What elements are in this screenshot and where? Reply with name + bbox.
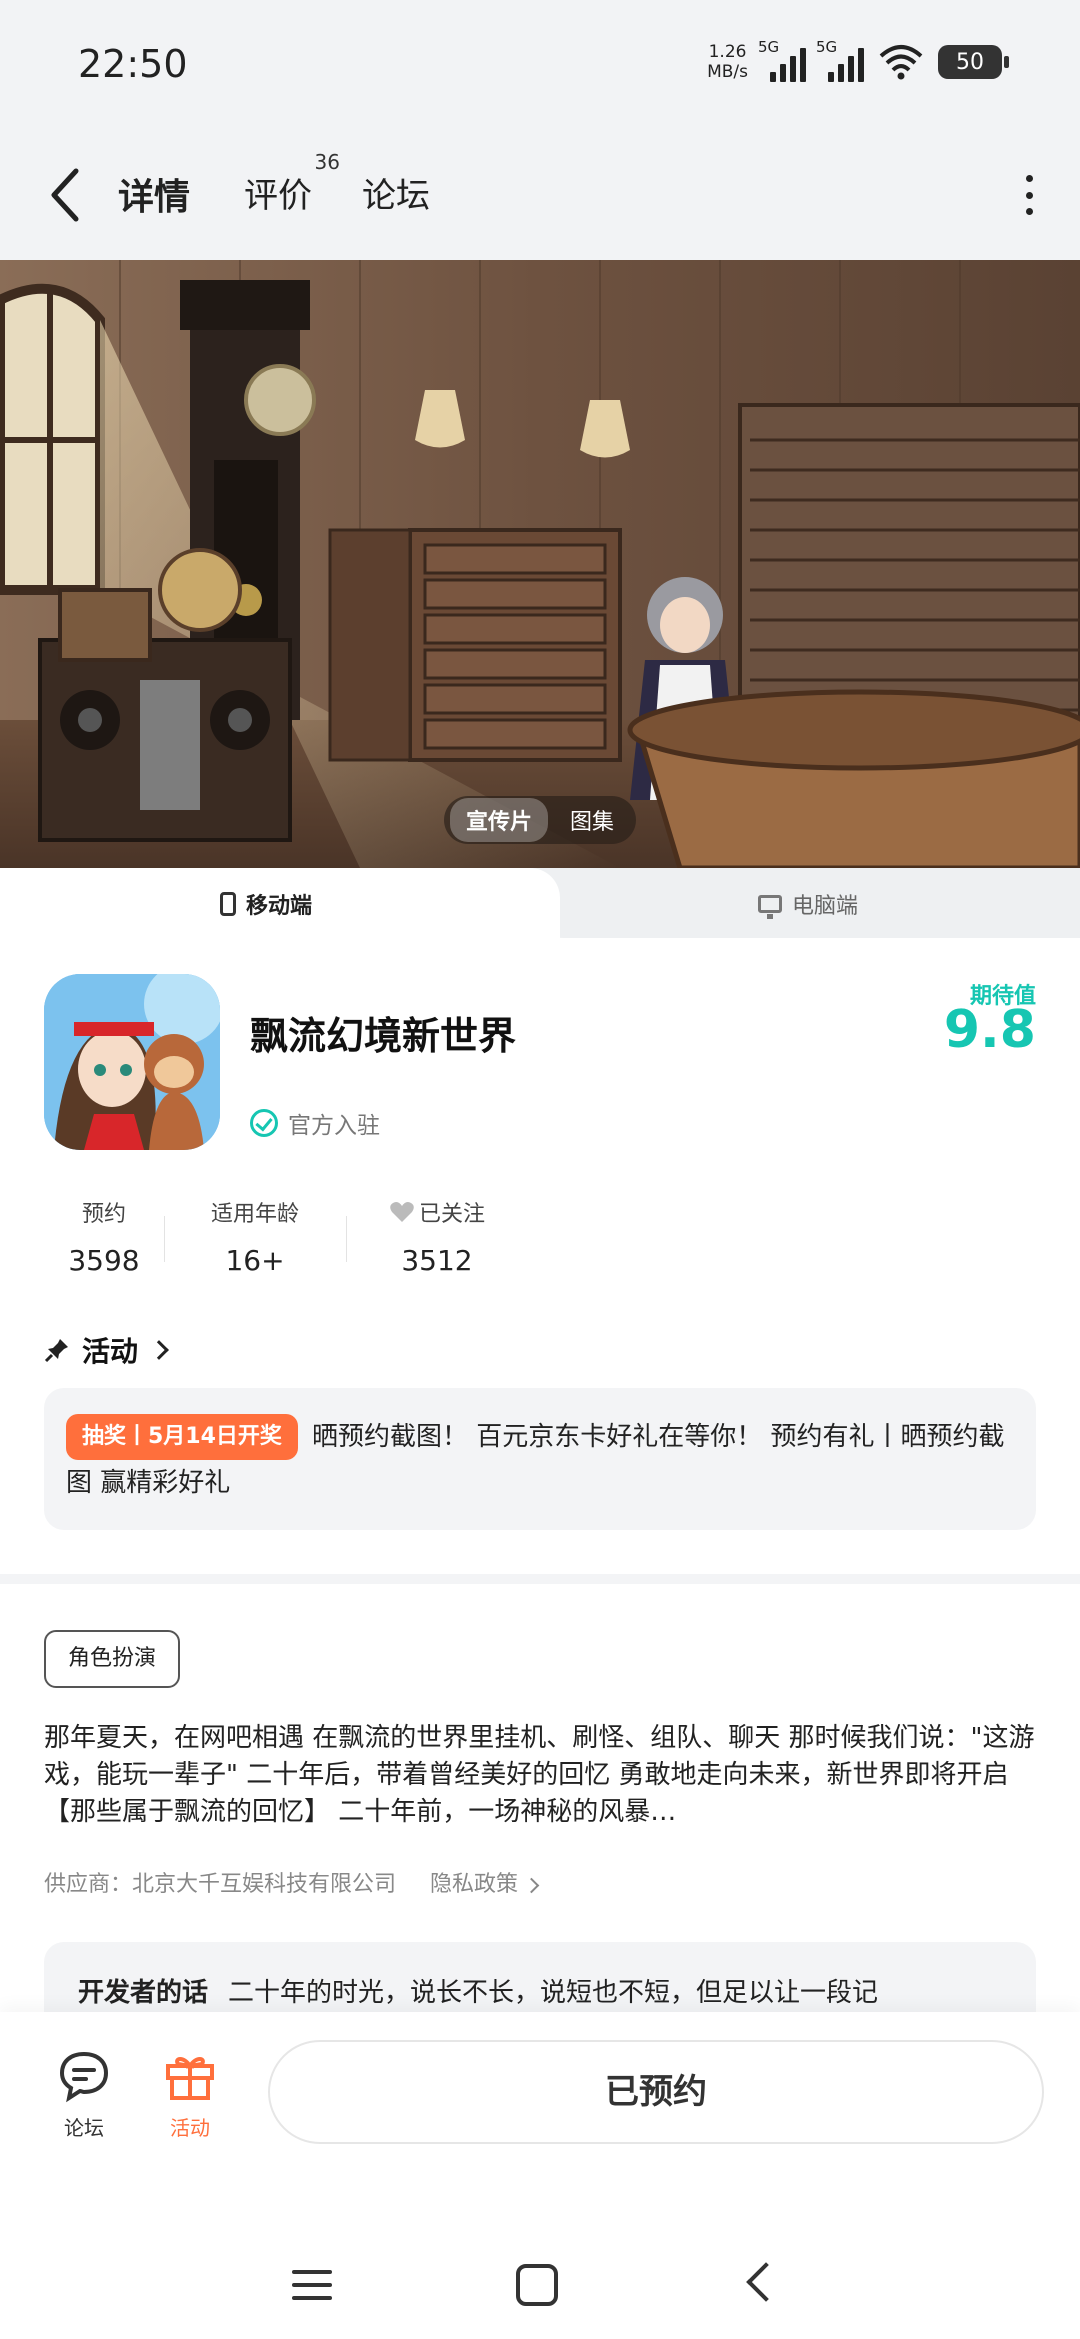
heart-icon [389,1200,415,1224]
recent-apps-icon[interactable] [292,2270,332,2300]
stat-age-rating[interactable]: 适用年龄 16+ [164,1196,346,1277]
system-nav-bar [0,2182,1080,2339]
tab-pc[interactable]: 电脑端 [758,888,858,920]
developer-note-label: 开发者的话 [78,1978,209,2008]
reviews-count-badge: 36 [314,150,340,174]
home-icon[interactable] [516,2264,558,2306]
signal-icon: 5G [758,38,806,82]
tab-details[interactable]: 详情 [112,168,197,220]
official-badge: 官方入驻 [250,1106,380,1140]
stat-reservations: 预约 3598 [68,1202,140,1277]
tab-forum[interactable]: 论坛 [362,168,430,217]
status-icons: 1.26 MB/s 5G 5G 50 [707,38,1009,82]
forum-chat-icon [56,2048,112,2104]
supplier-text: 供应商：北京大千互娱科技有限公司 [44,1872,397,1897]
promo-media[interactable]: 宣传片 图集 [0,260,1080,868]
bottom-activity-button[interactable]: 活动 [150,2048,230,2141]
chevron-right-icon [149,1340,169,1360]
game-title: 飘流幻境新世界 [250,1014,517,1058]
expectation-score: 9.8 [943,1000,1036,1060]
wifi-icon [878,42,924,82]
tab-reviews[interactable]: 评价 36 [244,150,340,217]
media-toggle: 宣传片 图集 [444,796,637,844]
stat-following[interactable]: 已关注 3512 [346,1196,528,1277]
section-divider [0,1574,1080,1584]
reserved-button[interactable]: 已预约 [268,2040,1044,2144]
activity-section-header[interactable]: 活动 [44,1330,169,1370]
top-nav: 详情 评价 36 论坛 [0,130,1080,260]
game-description[interactable]: 那年夏天，在网吧相遇 在飘流的世界里挂机、刷怪、组队、聊天 那时候我们说："这游… [44,1720,1044,1831]
phone-icon [220,892,236,916]
gallery-toggle[interactable]: 图集 [554,798,630,842]
pin-icon [44,1337,70,1363]
back-button[interactable] [44,165,88,225]
developer-note-text: 二十年的时光，说长不长，说短也不短，但足以让一段记 [228,1978,879,2008]
privacy-policy-link[interactable]: 隐私政策 [430,1866,540,1898]
promo-illustration [0,260,1080,868]
lottery-badge[interactable]: 抽奖丨5月14日开奖 [66,1414,298,1460]
verified-check-icon [250,1109,278,1137]
status-bar: 22:50 1.26 MB/s 5G 5G 50 [0,0,1080,130]
supplier-info: 供应商：北京大千互娱科技有限公司 隐私政策 [44,1866,540,1898]
more-options-button[interactable] [1022,175,1036,215]
gift-icon [162,2048,218,2104]
tab-mobile[interactable]: 移动端 [220,888,312,920]
game-stats: 预约 3598 适用年龄 16+ 已关注 3512 [44,1196,528,1277]
back-arrow-icon [51,168,79,222]
platform-tabs: 移动端 电脑端 [0,868,1080,938]
genre-tag[interactable]: 角色扮演 [44,1630,181,1688]
status-time: 22:50 [78,42,188,86]
signal-icon: 5G [816,38,864,82]
activity-card[interactable]: 抽奖丨5月14日开奖 晒预约截图！ 百元京东卡好礼在等你！ 预约有礼丨晒预约截图 … [44,1388,1036,1530]
bottom-forum-button[interactable]: 论坛 [44,2048,124,2141]
monitor-icon [758,895,782,919]
game-app-icon [44,974,220,1150]
system-back-icon[interactable] [746,2262,786,2302]
chevron-right-icon [523,1877,540,1894]
battery-icon: 50 [938,45,1009,79]
network-speed: 1.26 MB/s [707,42,748,82]
bottom-action-bar: 论坛 活动 已预约 [0,2012,1080,2182]
video-toggle[interactable]: 宣传片 [450,798,549,842]
